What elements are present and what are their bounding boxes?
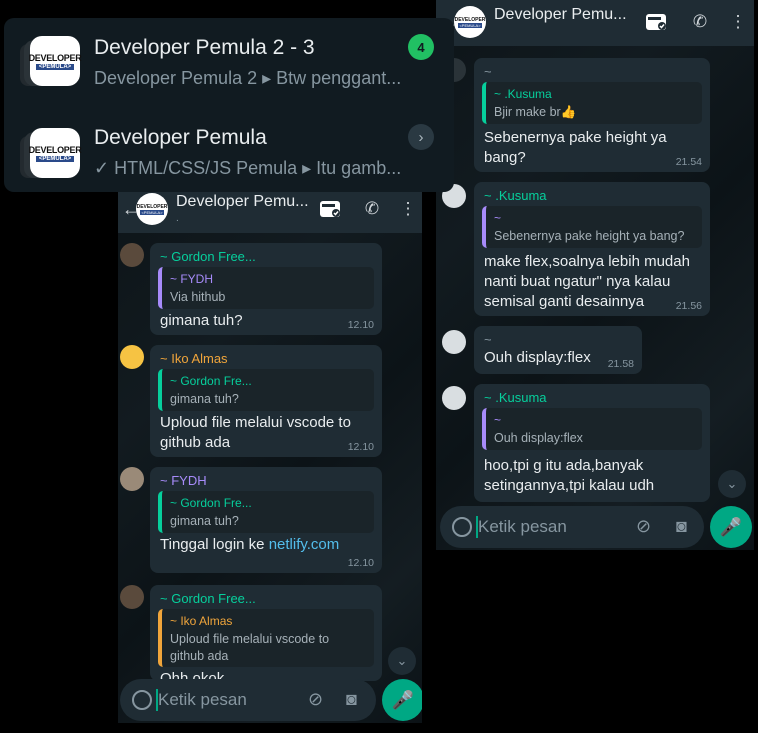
chevron-right-icon[interactable]: › — [408, 124, 434, 150]
chat-title[interactable]: Developer Pemu... — [494, 6, 627, 24]
message-time: 12.10 — [347, 319, 374, 331]
message-bubble[interactable]: ~ Iko Almas ~ Gordon Fre... gimana tuh? … — [150, 345, 382, 457]
sender-avatar[interactable] — [120, 467, 144, 491]
sender-name: ~ — [484, 332, 492, 347]
quoted-message[interactable]: ~ .Kusuma Bjir make br👍 — [482, 82, 702, 124]
chat-preview: ✓ HTML/CSS/JS Pemula ▸ Itu gamb... — [94, 158, 402, 178]
sender-name: ~ Iko Almas — [160, 351, 228, 366]
sender-name: ~ — [484, 64, 492, 79]
message-bubble[interactable]: ~ ~ .Kusuma Bjir make br👍 Sebenernya pak… — [474, 58, 710, 172]
message-bubble[interactable]: ~ FYDH ~ Gordon Fre... gimana tuh? Tingg… — [150, 467, 382, 573]
chat-row-developer-pemula-2-3[interactable]: DEVELOPER <PEMULA> Developer Pemula 2 - … — [4, 22, 454, 102]
message-bubble[interactable]: ~ .Kusuma ~ Sebenernya pake height ya ba… — [474, 182, 710, 316]
sender-name: ~ FYDH — [160, 473, 207, 488]
video-call-icon[interactable] — [644, 10, 668, 34]
message-text: make flex,soalnya lebih mudah nanti buat… — [484, 253, 690, 310]
message-text: Ouh display:flex — [484, 349, 591, 366]
message-bubble[interactable]: ~ Gordon Free... ~ Iko Almas Uploud file… — [150, 585, 382, 681]
chat-title[interactable]: Developer Pemu... — [176, 193, 309, 211]
group-avatar[interactable]: DEVELOPER <PEMULA> — [136, 193, 168, 225]
sender-name: ~ Gordon Free... — [160, 249, 256, 264]
message-input-bar[interactable]: Ketik pesan ⊘ ◙ — [440, 506, 704, 548]
sender-name: ~ Gordon Free... — [160, 591, 256, 606]
message-text: gimana tuh? — [160, 312, 243, 329]
quoted-message[interactable]: ~ Sebenernya pake height ya bang? — [482, 206, 702, 248]
sender-avatar[interactable] — [442, 330, 466, 354]
message-input-bar[interactable]: Ketik pesan ⊘ ◙ — [120, 679, 376, 721]
attach-icon[interactable]: ⊘ — [636, 516, 651, 537]
group-avatar: DEVELOPER <PEMULA> — [29, 36, 82, 86]
message-time: 12.10 — [347, 441, 374, 453]
chat-header: ← DEVELOPER <PEMULA> Developer Pemu... . … — [118, 187, 422, 233]
message-link[interactable]: netlify.com — [269, 536, 340, 553]
message-bubble[interactable]: ~ .Kusuma ~ Ouh display:flex hoo,tpi g i… — [474, 384, 710, 502]
chat-list: DEVELOPER <PEMULA> Developer Pemula 2 - … — [4, 18, 454, 192]
chat-name: Developer Pemula — [94, 126, 267, 149]
right-chat-window: ← DEVELOPER<PEMULA> Developer Pemu... ✆ … — [436, 0, 754, 550]
quoted-message[interactable]: ~ Gordon Fre... gimana tuh? — [158, 369, 374, 411]
quoted-message[interactable]: ~ Iko Almas Uploud file melalui vscode t… — [158, 609, 374, 667]
chat-row-developer-pemula[interactable]: DEVELOPER <PEMULA> Developer Pemula ✓ HT… — [4, 110, 454, 190]
quoted-message[interactable]: ~ Gordon Fre... gimana tuh? — [158, 491, 374, 533]
mic-icon[interactable]: 🎤 — [382, 679, 422, 721]
chat-preview: Developer Pemula 2 ▸ Btw penggant... — [94, 68, 402, 88]
sender-avatar[interactable] — [120, 585, 144, 609]
message-text: Tinggal login ke netlify.com — [160, 536, 340, 553]
message-text: Uploud file melalui vscode to github ada — [160, 414, 351, 451]
add-call-icon[interactable]: ✆ — [360, 197, 384, 221]
emoji-icon[interactable] — [132, 690, 152, 710]
menu-dots-icon[interactable]: ⋮ — [396, 197, 420, 221]
group-avatar[interactable]: DEVELOPER <PEMULA> — [454, 6, 486, 38]
left-chat-window: ← DEVELOPER <PEMULA> Developer Pemu... . … — [118, 187, 422, 723]
menu-dots-icon[interactable]: ⋮ — [726, 10, 750, 34]
attach-icon[interactable]: ⊘ — [308, 689, 323, 710]
camera-icon[interactable]: ◙ — [346, 689, 357, 710]
chevron-down-icon[interactable]: ⌄ — [718, 470, 746, 498]
message-time: 12.10 — [347, 557, 374, 569]
unread-badge: 4 — [408, 34, 434, 60]
sender-name: ~ .Kusuma — [484, 390, 547, 405]
quoted-message[interactable]: ~ Ouh display:flex — [482, 408, 702, 450]
message-input[interactable]: Ketik pesan — [158, 690, 247, 710]
message-text: hoo,tpi g itu ada,banyak setingannya,tpi… — [484, 457, 655, 494]
message-bubble[interactable]: ~ Ouh display:flex 21.58 — [474, 326, 642, 374]
sender-name: ~ .Kusuma — [484, 188, 547, 203]
sender-avatar[interactable] — [120, 243, 144, 267]
video-call-icon[interactable] — [318, 197, 342, 221]
message-text: Sebenernya pake height ya bang? — [484, 129, 667, 166]
chevron-down-icon[interactable]: ⌄ — [388, 647, 416, 675]
message-time: 21.58 — [607, 358, 634, 370]
message-time: 21.54 — [675, 156, 702, 168]
sender-avatar[interactable] — [120, 345, 144, 369]
add-call-icon[interactable]: ✆ — [688, 10, 712, 34]
message-bubble[interactable]: ~ Gordon Free... ~ FYDH Via hithub giman… — [150, 243, 382, 335]
chat-status: . — [176, 213, 179, 224]
emoji-icon[interactable] — [452, 517, 472, 537]
camera-icon[interactable]: ◙ — [676, 516, 687, 537]
sender-avatar[interactable] — [442, 386, 466, 410]
chat-header: ← DEVELOPER<PEMULA> Developer Pemu... ✆ … — [436, 0, 754, 46]
message-input[interactable]: Ketik pesan — [478, 517, 567, 537]
chat-name: Developer Pemula 2 - 3 — [94, 36, 315, 59]
quoted-message[interactable]: ~ FYDH Via hithub — [158, 267, 374, 309]
mic-icon[interactable]: 🎤 — [710, 506, 752, 548]
group-avatar: DEVELOPER <PEMULA> — [29, 128, 82, 178]
message-time: 21.56 — [675, 300, 702, 312]
